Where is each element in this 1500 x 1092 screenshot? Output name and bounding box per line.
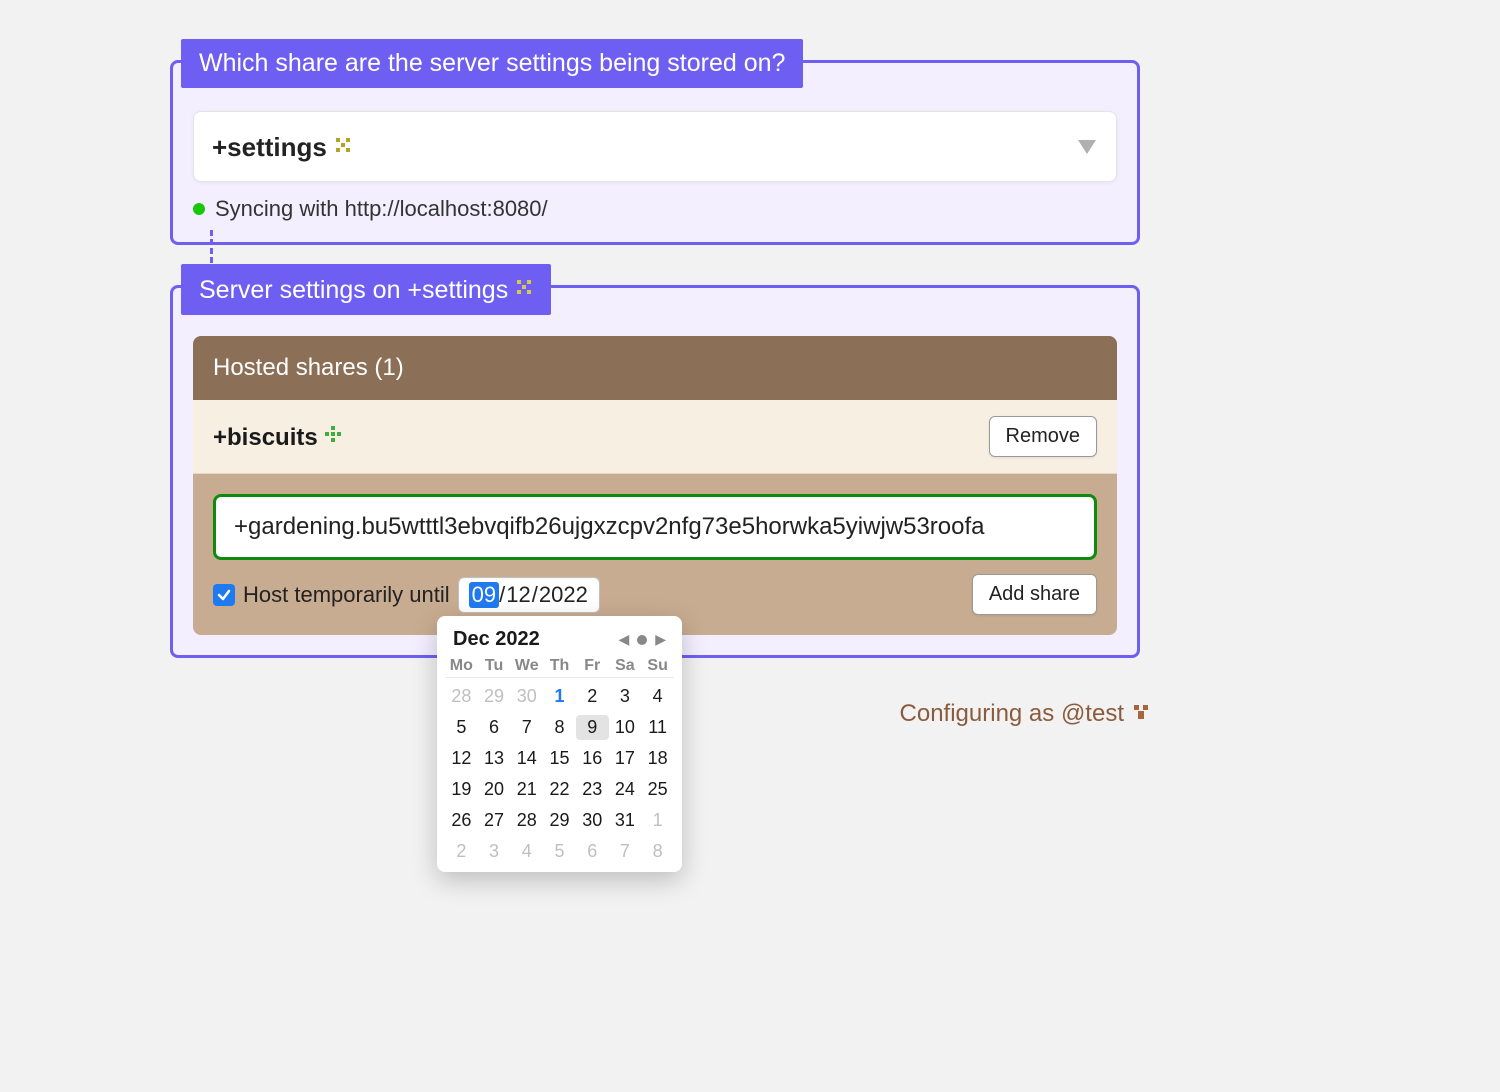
calendar-day[interactable]: 22 — [543, 777, 576, 802]
calendar-prev-icon[interactable]: ◀ — [618, 631, 629, 648]
date-month-segment[interactable]: 12 — [505, 582, 531, 608]
calendar-day[interactable]: 6 — [576, 839, 609, 864]
calendar-dow: Th — [543, 657, 576, 678]
calendar-day[interactable]: 25 — [641, 777, 674, 802]
calendar-day[interactable]: 13 — [478, 746, 511, 771]
calendar-day[interactable]: 1 — [641, 808, 674, 833]
calendar-day[interactable]: 6 — [478, 715, 511, 740]
remove-button[interactable]: Remove — [989, 416, 1097, 457]
sync-status-text: Syncing with http://localhost:8080/ — [215, 196, 548, 222]
calendar-day[interactable]: 27 — [478, 808, 511, 833]
calendar-day[interactable]: 3 — [609, 684, 642, 709]
date-year-segment[interactable]: 2022 — [538, 582, 589, 608]
server-settings-panel: Server settings on +settings Hosted shar… — [170, 285, 1140, 658]
calendar-day[interactable]: 8 — [543, 715, 576, 740]
add-share-button[interactable]: Add share — [972, 574, 1097, 615]
hosted-shares-header: Hosted shares (1) — [193, 336, 1117, 400]
calendar-next-icon[interactable]: ▶ — [655, 631, 666, 648]
share-select-value: +settings — [212, 132, 327, 162]
calendar-day[interactable]: 29 — [543, 808, 576, 833]
calendar-nav: ◀ ▶ — [618, 631, 666, 648]
calendar-dow: Su — [641, 657, 674, 678]
calendar-day[interactable]: 15 — [543, 746, 576, 771]
calendar-day[interactable]: 2 — [445, 839, 478, 864]
calendar-day[interactable]: 4 — [510, 839, 543, 864]
share-address-input[interactable] — [213, 494, 1097, 560]
hosted-share-name: +biscuits — [213, 422, 342, 452]
calendar-day[interactable]: 19 — [445, 777, 478, 802]
calendar-day[interactable]: 3 — [478, 839, 511, 864]
calendar-dow: We — [510, 657, 543, 678]
calendar-day[interactable]: 21 — [510, 777, 543, 802]
calendar-day[interactable]: 7 — [510, 715, 543, 740]
calendar-day[interactable]: 20 — [478, 777, 511, 802]
add-share-options-row: Host temporarily until 09/12/2022 Add sh… — [213, 574, 1097, 615]
calendar-day[interactable]: 26 — [445, 808, 478, 833]
calendar-grid: MoTuWeThFrSaSu28293012345678910111213141… — [445, 657, 674, 864]
calendar-day[interactable]: 30 — [510, 684, 543, 709]
add-share-area: Host temporarily until 09/12/2022 Add sh… — [193, 474, 1117, 635]
calendar-day[interactable]: 23 — [576, 777, 609, 802]
host-temporarily-group: Host temporarily until 09/12/2022 — [213, 577, 600, 613]
sync-status-row: Syncing with http://localhost:8080/ — [193, 196, 1117, 222]
calendar-day[interactable]: 4 — [641, 684, 674, 709]
calendar-day[interactable]: 29 — [478, 684, 511, 709]
share-glyph-icon — [334, 130, 352, 161]
calendar-day[interactable]: 30 — [576, 808, 609, 833]
calendar-dow: Tu — [478, 657, 511, 678]
configuring-as-footer: Configuring as @test — [900, 700, 1150, 728]
calendar-header: Dec 2022 ◀ ▶ — [445, 626, 674, 657]
calendar-day[interactable]: 24 — [609, 777, 642, 802]
hosted-share-row: +biscuits Remove — [193, 400, 1117, 474]
share-glyph-icon — [515, 274, 533, 303]
calendar-dow: Mo — [445, 657, 478, 678]
panel1-title: Which share are the server settings bein… — [181, 39, 803, 88]
panel2-title-text: Server settings on +settings — [199, 276, 508, 304]
configuring-as-text: Configuring as @test — [900, 700, 1124, 728]
date-input[interactable]: 09/12/2022 — [458, 577, 600, 613]
date-day-segment[interactable]: 09 — [469, 582, 499, 608]
calendar-day[interactable]: 1 — [543, 684, 576, 709]
panel2-title: Server settings on +settings — [181, 264, 551, 315]
chevron-down-icon — [1078, 140, 1096, 154]
date-picker-popup: Dec 2022 ◀ ▶ MoTuWeThFrSaSu2829301234567… — [437, 616, 682, 872]
calendar-day[interactable]: 16 — [576, 746, 609, 771]
hosted-share-name-text: +biscuits — [213, 424, 318, 451]
status-dot-icon — [193, 203, 205, 215]
calendar-day[interactable]: 10 — [609, 715, 642, 740]
calendar-dow: Sa — [609, 657, 642, 678]
calendar-month-title: Dec 2022 — [453, 628, 540, 651]
calendar-today-icon[interactable] — [637, 635, 647, 645]
calendar-dow: Fr — [576, 657, 609, 678]
calendar-day[interactable]: 18 — [641, 746, 674, 771]
calendar-day[interactable]: 28 — [445, 684, 478, 709]
calendar-day[interactable]: 31 — [609, 808, 642, 833]
calendar-day[interactable]: 11 — [641, 715, 674, 740]
calendar-day[interactable]: 7 — [609, 839, 642, 864]
calendar-day[interactable]: 2 — [576, 684, 609, 709]
calendar-day[interactable]: 12 — [445, 746, 478, 771]
calendar-day[interactable]: 5 — [543, 839, 576, 864]
calendar-day[interactable]: 5 — [445, 715, 478, 740]
calendar-day[interactable]: 17 — [609, 746, 642, 771]
share-glyph-icon — [324, 422, 342, 450]
calendar-day[interactable]: 9 — [576, 715, 609, 740]
settings-source-panel: Which share are the server settings bein… — [170, 60, 1140, 245]
user-glyph-icon — [1132, 700, 1150, 728]
host-temporarily-label: Host temporarily until — [243, 582, 450, 608]
calendar-day[interactable]: 14 — [510, 746, 543, 771]
host-temporarily-checkbox[interactable] — [213, 584, 235, 606]
calendar-day[interactable]: 8 — [641, 839, 674, 864]
share-select[interactable]: +settings — [193, 111, 1117, 182]
calendar-day[interactable]: 28 — [510, 808, 543, 833]
